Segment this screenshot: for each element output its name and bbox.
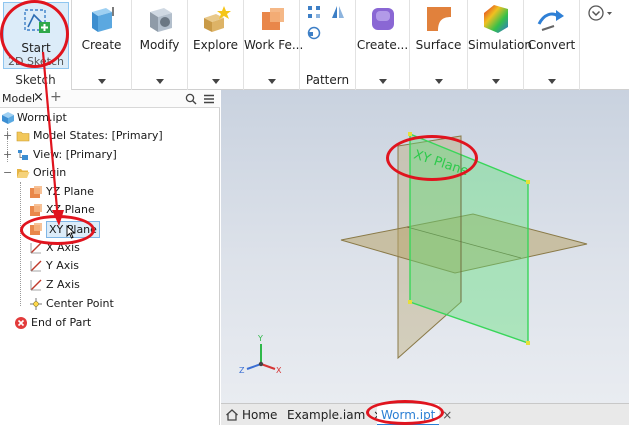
- work-features-dropdown-icon[interactable]: [267, 79, 276, 84]
- work-axis-icon: [30, 279, 42, 291]
- simulation-dropdown-icon[interactable]: [491, 79, 500, 84]
- pattern-group: Pattern: [300, 0, 356, 90]
- graphics-viewport[interactable]: XY Plane Y X Z: [221, 90, 629, 403]
- tree-label: Center Point: [46, 297, 114, 310]
- plane-corner-handle: [408, 132, 412, 136]
- work-features-group[interactable]: Work Fe...: [244, 0, 304, 90]
- surface-label: Surface: [415, 38, 462, 52]
- convert-icon: [537, 10, 564, 31]
- home-icon: [226, 409, 238, 421]
- ribbon-overflow-button[interactable]: [586, 3, 616, 23]
- tree-label: End of Part: [31, 316, 92, 329]
- work-axis-icon: [30, 242, 42, 254]
- explore-dropdown-icon[interactable]: [211, 79, 220, 84]
- modify-label: Modify: [139, 38, 180, 52]
- pattern-label: Pattern: [305, 73, 350, 87]
- end-of-part-icon: [15, 317, 27, 329]
- plane-corner-handle: [526, 341, 530, 345]
- create-freeform-group[interactable]: Create...: [356, 0, 410, 90]
- sketch2d-label: 2D Sketch: [7, 55, 65, 68]
- add-tab-icon[interactable]: +: [50, 89, 62, 105]
- work-features-icon: [262, 8, 284, 30]
- tree-label: Y Axis: [46, 259, 80, 272]
- modify-dropdown-icon[interactable]: [155, 79, 164, 84]
- plane-corner-handle: [408, 300, 412, 304]
- surface-dropdown-icon[interactable]: [434, 79, 443, 84]
- simulation-icon: [484, 5, 508, 33]
- tree-label: Model States: [Primary]: [33, 129, 163, 142]
- part-icon: [2, 112, 14, 124]
- sketch-group: Start 2D Sketch Sketch: [0, 0, 72, 90]
- tab-worm-ipt[interactable]: Worm.ipt ×: [377, 404, 452, 425]
- create-group[interactable]: Create: [72, 0, 132, 90]
- browser-tab-bar: Model × +: [0, 89, 220, 108]
- work-plane-icon: [30, 223, 42, 235]
- example-tab-label: Example.iam: [287, 408, 366, 422]
- folder-icon: [16, 131, 30, 142]
- model-tab-close-icon[interactable]: ×: [33, 90, 44, 105]
- expand-icon[interactable]: +: [3, 149, 12, 160]
- tree-label: YZ Plane: [46, 185, 94, 198]
- expand-icon[interactable]: +: [3, 130, 12, 141]
- simulation-group[interactable]: Simulation: [468, 0, 532, 90]
- folder-open-icon: [17, 169, 30, 178]
- convert-label: Convert: [527, 38, 576, 52]
- worm-tab-label: Worm.ipt: [381, 408, 436, 422]
- document-tab-bar: Home Example.iam × Worm.ipt ×: [221, 403, 629, 425]
- home-tab-label: Home: [242, 408, 278, 422]
- start-label: Start: [21, 41, 51, 55]
- tab-example-iam[interactable]: Example.iam ×: [287, 404, 383, 425]
- surface-icon: [427, 7, 451, 31]
- convert-group[interactable]: Convert: [524, 0, 580, 90]
- surface-group[interactable]: Surface: [410, 0, 468, 90]
- create-label: Create: [81, 38, 122, 52]
- origin-planes-scene: XY Plane Y X Z: [239, 132, 588, 375]
- start-sketch-icon: [24, 9, 50, 33]
- triad-x-label: X: [276, 366, 282, 375]
- explore-icon: [204, 6, 231, 32]
- worm-tab-close-icon[interactable]: ×: [442, 408, 452, 422]
- convert-dropdown-icon[interactable]: [547, 79, 556, 84]
- explore-label: Explore: [192, 38, 239, 52]
- triad-y-label: Y: [257, 334, 263, 343]
- view-rep-icon: [18, 150, 28, 160]
- tab-model[interactable]: Model: [2, 92, 35, 105]
- tree-label: XZ Plane: [46, 203, 95, 216]
- circular-pattern-icon[interactable]: [306, 25, 322, 41]
- simulation-label: Simulation: [468, 38, 532, 52]
- view-triad: Y X Z: [239, 334, 282, 375]
- search-icon[interactable]: [185, 93, 197, 105]
- extrude-icon: [92, 7, 114, 32]
- create-freeform-dropdown-icon[interactable]: [378, 79, 387, 84]
- start-2d-sketch-button[interactable]: Start 2D Sketch: [3, 2, 69, 69]
- sketch-group-title: Sketch: [15, 73, 56, 87]
- mirror-icon[interactable]: [330, 4, 346, 20]
- chevron-down-circle-icon: [588, 5, 612, 21]
- work-plane-icon: [30, 204, 42, 216]
- triad-z-label: Z: [239, 366, 245, 375]
- collapse-icon[interactable]: −: [3, 167, 12, 178]
- explore-group[interactable]: Explore: [188, 0, 244, 90]
- tree-label: Origin: [33, 166, 67, 179]
- freeform-icon: [372, 8, 394, 30]
- tree-label: Z Axis: [46, 278, 80, 291]
- tree-guide-line: [20, 182, 21, 306]
- rectangular-pattern-icon[interactable]: [306, 4, 322, 20]
- work-features-label: Work Fe...: [244, 38, 304, 52]
- tree-label: X Axis: [46, 241, 80, 254]
- create-freeform-label: Create...: [356, 38, 409, 52]
- model-browser: Model × + Worm.ipt + Model States: [Prim…: [0, 89, 220, 425]
- work-axis-icon: [30, 260, 42, 272]
- plane-corner-handle: [526, 180, 530, 184]
- work-point-icon: [30, 298, 42, 310]
- menu-icon[interactable]: [203, 93, 215, 105]
- ribbon: Start 2D Sketch Sketch Create Modify Exp…: [0, 0, 629, 90]
- create-dropdown-icon[interactable]: [97, 79, 106, 84]
- mouse-cursor-icon: [66, 225, 76, 239]
- tree-label: View: [Primary]: [33, 148, 117, 161]
- shell-icon: [150, 8, 172, 32]
- modify-group[interactable]: Modify: [132, 0, 188, 90]
- work-plane-icon: [30, 186, 42, 198]
- tree-label: Worm.ipt: [17, 111, 67, 124]
